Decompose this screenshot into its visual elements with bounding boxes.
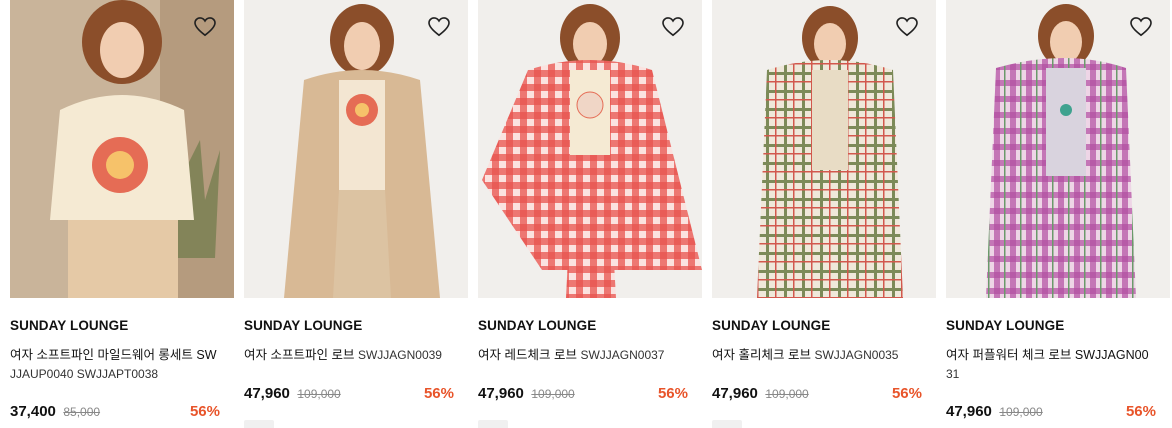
original-price: 109,000 bbox=[531, 387, 575, 401]
product-card[interactable]: SUNDAY LOUNGE 여자 소프트파인 로브 SWJJAGN0039 47… bbox=[244, 0, 468, 428]
product-code: 31 bbox=[946, 367, 960, 381]
product-title: 여자 레드체크 로브 bbox=[478, 348, 577, 362]
discount-rate: 56% bbox=[657, 385, 688, 402]
product-code: SWJJAGN0039 bbox=[357, 348, 442, 362]
original-price: 109,000 bbox=[297, 387, 341, 401]
product-name[interactable]: 여자 퍼플워터 체크 로브 SWJJAGN00 31 bbox=[946, 346, 1162, 384]
product-name[interactable]: 여자 홀리체크 로브 SWJJAGN0035 bbox=[712, 346, 928, 365]
sale-price: 47,960 bbox=[946, 403, 992, 420]
sale-price: 47,960 bbox=[244, 385, 290, 402]
heart-icon[interactable] bbox=[428, 17, 450, 37]
original-price: 109,000 bbox=[999, 405, 1043, 419]
discount-rate: 56% bbox=[423, 385, 454, 402]
product-name[interactable]: 여자 레드체크 로브 SWJJAGN0037 bbox=[478, 346, 694, 365]
product-image[interactable] bbox=[10, 0, 234, 298]
product-image[interactable] bbox=[946, 0, 1170, 298]
brand-name[interactable]: SUNDAY LOUNGE bbox=[478, 318, 596, 333]
product-title: 여자 소프트파인 로브 bbox=[244, 348, 355, 362]
product-photo bbox=[244, 0, 468, 298]
sale-price: 37,400 bbox=[10, 403, 56, 420]
discount-rate: 56% bbox=[891, 385, 922, 402]
product-photo bbox=[946, 0, 1170, 298]
sale-price: 47,960 bbox=[478, 385, 524, 402]
brand-name[interactable]: SUNDAY LOUNGE bbox=[946, 318, 1064, 333]
price-row: 47,960 109,000 56% bbox=[478, 385, 688, 407]
product-grid: SUNDAY LOUNGE 여자 소프트파인 마일드웨어 롱세트 SW JJAU… bbox=[0, 0, 1172, 428]
product-title: 여자 홀리체크 로브 bbox=[712, 348, 811, 362]
product-tag bbox=[712, 420, 742, 428]
heart-icon[interactable] bbox=[1130, 17, 1152, 37]
product-image[interactable] bbox=[244, 0, 468, 298]
original-price: 85,000 bbox=[63, 405, 101, 419]
product-card[interactable]: SUNDAY LOUNGE 여자 레드체크 로브 SWJJAGN0037 47,… bbox=[478, 0, 702, 428]
original-price: 109,000 bbox=[765, 387, 809, 401]
sale-price: 47,960 bbox=[712, 385, 758, 402]
product-card[interactable]: SUNDAY LOUNGE 여자 홀리체크 로브 SWJJAGN0035 47,… bbox=[712, 0, 936, 428]
discount-rate: 56% bbox=[1125, 403, 1156, 420]
price-row: 47,960 109,000 56% bbox=[244, 385, 454, 407]
product-card[interactable]: SUNDAY LOUNGE 여자 퍼플워터 체크 로브 SWJJAGN00 31… bbox=[946, 0, 1170, 428]
product-code: JJAUP0040 SWJJAPT0038 bbox=[10, 367, 159, 381]
product-name[interactable]: 여자 소프트파인 로브 SWJJAGN0039 bbox=[244, 346, 460, 365]
brand-name[interactable]: SUNDAY LOUNGE bbox=[244, 318, 362, 333]
discount-rate: 56% bbox=[189, 403, 220, 420]
product-tag bbox=[244, 420, 274, 428]
heart-icon[interactable] bbox=[896, 17, 918, 37]
product-image[interactable] bbox=[712, 0, 936, 298]
price-row: 37,400 85,000 56% bbox=[10, 403, 220, 425]
product-card[interactable]: SUNDAY LOUNGE 여자 소프트파인 마일드웨어 롱세트 SW JJAU… bbox=[10, 0, 234, 428]
brand-name[interactable]: SUNDAY LOUNGE bbox=[712, 318, 830, 333]
product-code: SWJJAGN0037 bbox=[580, 348, 665, 362]
product-photo bbox=[712, 0, 936, 298]
product-title: 여자 소프트파인 마일드웨어 롱세트 SW bbox=[10, 348, 217, 362]
product-photo bbox=[478, 0, 702, 298]
price-row: 47,960 109,000 56% bbox=[946, 403, 1156, 425]
product-photo bbox=[10, 0, 234, 298]
product-code: SWJJAGN0035 bbox=[814, 348, 899, 362]
heart-icon[interactable] bbox=[194, 17, 216, 37]
product-name[interactable]: 여자 소프트파인 마일드웨어 롱세트 SW JJAUP0040 SWJJAPT0… bbox=[10, 346, 226, 384]
product-title: 여자 퍼플워터 체크 로브 SWJJAGN00 bbox=[946, 348, 1149, 362]
product-tag bbox=[478, 420, 508, 428]
product-image[interactable] bbox=[478, 0, 702, 298]
brand-name[interactable]: SUNDAY LOUNGE bbox=[10, 318, 128, 333]
heart-icon[interactable] bbox=[662, 17, 684, 37]
price-row: 47,960 109,000 56% bbox=[712, 385, 922, 407]
